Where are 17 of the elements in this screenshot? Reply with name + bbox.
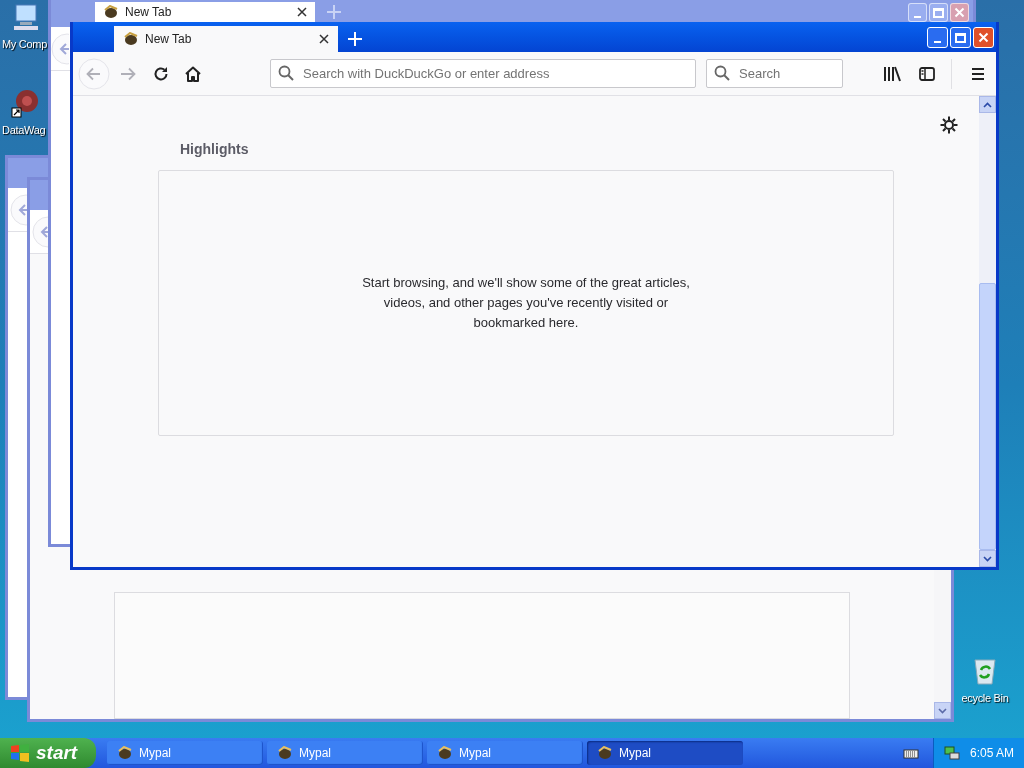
search-field[interactable]: Search bbox=[706, 59, 843, 88]
taskbar-button[interactable]: Mypal bbox=[587, 741, 743, 765]
clock: 6:05 AM bbox=[970, 745, 1015, 762]
empty-message: Start browsing, and we'll show some of the great articles, videos, and other pages you've recently visited or bookmarked here. bbox=[361, 274, 691, 332]
icon-label: ecycle Bin bbox=[961, 691, 1009, 706]
section-heading: Highlights bbox=[179, 140, 250, 159]
taskbar-button[interactable]: Mypal bbox=[107, 741, 263, 765]
tab-title: New Tab bbox=[125, 4, 173, 21]
tab[interactable]: New Tab bbox=[114, 26, 338, 52]
tab-title: New Tab bbox=[145, 31, 193, 48]
icon-label: DataWag bbox=[2, 123, 46, 138]
address-field[interactable]: Search with DuckDuckGo or enter address bbox=[270, 59, 696, 88]
taskbar-button[interactable]: Mypal bbox=[267, 741, 423, 765]
tab[interactable]: New Tab bbox=[95, 2, 315, 22]
start-button[interactable]: start bbox=[0, 738, 96, 768]
icon-label: My Comp bbox=[2, 37, 47, 52]
taskbar-button[interactable]: Mypal bbox=[427, 741, 583, 765]
